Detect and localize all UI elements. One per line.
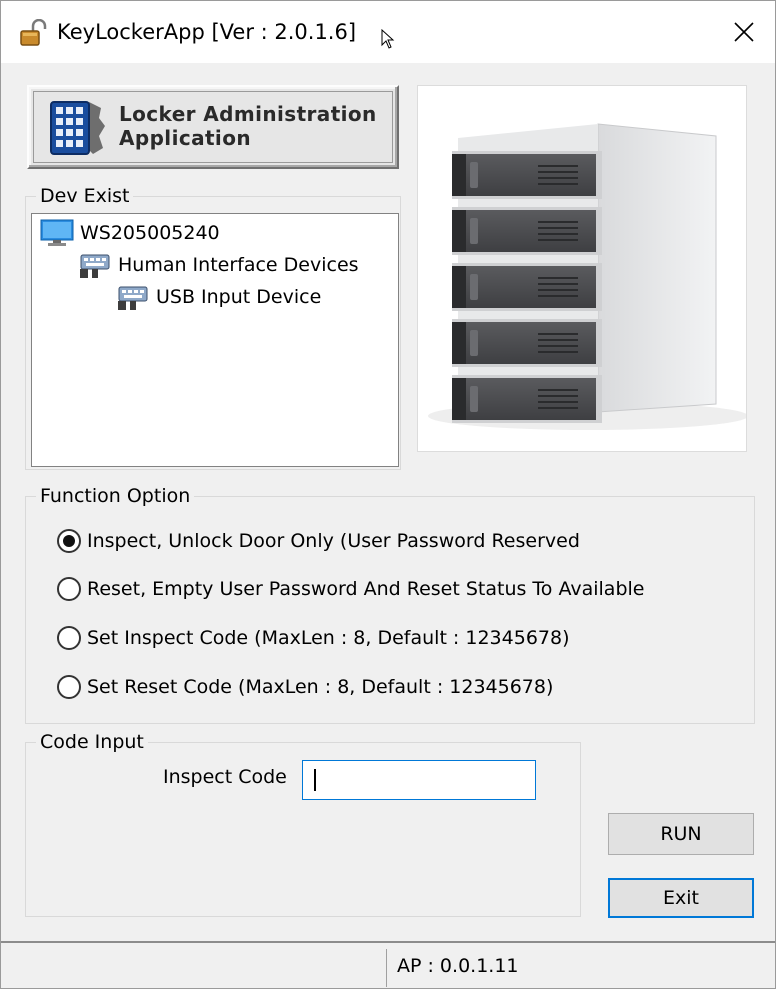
- tree-item-computer[interactable]: WS205005240: [40, 218, 220, 248]
- radio-label: Set Inspect Code (MaxLen : 8, Default : …: [87, 627, 570, 649]
- tree-item-label: USB Input Device: [156, 286, 322, 308]
- server-rack-image: [417, 85, 747, 452]
- computer-icon: [40, 219, 74, 246]
- hid-device-icon: [80, 254, 110, 278]
- hid-device-icon: [118, 286, 148, 310]
- dev-exist-label: Dev Exist: [36, 184, 134, 208]
- mouse-cursor-icon: [381, 29, 395, 49]
- exit-button[interactable]: Exit: [608, 878, 754, 918]
- status-bar: AP : 0.0.1.11: [1, 941, 775, 988]
- locker-admin-logo-button[interactable]: Locker Administration Application: [27, 85, 399, 169]
- ap-version-text: AP : 0.0.1.11: [397, 955, 519, 977]
- run-button[interactable]: RUN: [608, 813, 754, 855]
- device-tree[interactable]: WS205005240 Human Interface Devices USB …: [31, 213, 399, 467]
- tree-item-usb-input[interactable]: USB Input Device: [116, 282, 321, 312]
- logo-text-line2: Application: [119, 126, 251, 150]
- radio-set-inspect-code[interactable]: Set Inspect Code (MaxLen : 8, Default : …: [57, 624, 570, 652]
- radio-label: Inspect, Unlock Door Only (User Password…: [87, 530, 580, 552]
- inspect-code-input[interactable]: [302, 760, 536, 800]
- tree-item-label: Human Interface Devices: [118, 254, 359, 276]
- app-window: KeyLockerApp [Ver : 2.0.1.6] Locker Admi…: [0, 0, 776, 989]
- radio-set-reset-code[interactable]: Set Reset Code (MaxLen : 8, Default : 12…: [57, 673, 553, 701]
- radio-label: Set Reset Code (MaxLen : 8, Default : 12…: [87, 676, 554, 698]
- radio-button-checked[interactable]: [57, 529, 81, 553]
- radio-label: Reset, Empty User Password And Reset Sta…: [87, 578, 645, 600]
- server-rack-icon: [428, 123, 746, 430]
- tree-item-hid[interactable]: Human Interface Devices: [78, 250, 359, 280]
- radio-button[interactable]: [57, 577, 81, 601]
- tree-item-label: WS205005240: [80, 222, 220, 244]
- logo-text: Locker Administration Application: [119, 102, 377, 150]
- inspect-code-label: Inspect Code: [163, 766, 287, 788]
- status-divider: [386, 949, 387, 987]
- logo-text-line1: Locker Administration: [119, 102, 377, 126]
- function-option-label: Function Option: [36, 484, 195, 508]
- radio-button[interactable]: [57, 675, 81, 699]
- close-button[interactable]: [721, 13, 767, 51]
- padlock-icon: [20, 19, 47, 46]
- code-input-label: Code Input: [36, 730, 148, 754]
- radio-button[interactable]: [57, 626, 81, 650]
- text-caret: [314, 769, 316, 791]
- window-title: KeyLockerApp [Ver : 2.0.1.6]: [57, 20, 357, 44]
- radio-inspect-unlock[interactable]: Inspect, Unlock Door Only (User Password…: [57, 527, 580, 555]
- close-icon: [734, 22, 754, 42]
- keypad-lock-icon: [50, 101, 105, 155]
- title-bar[interactable]: KeyLockerApp [Ver : 2.0.1.6]: [1, 1, 775, 63]
- radio-reset-empty[interactable]: Reset, Empty User Password And Reset Sta…: [57, 575, 644, 603]
